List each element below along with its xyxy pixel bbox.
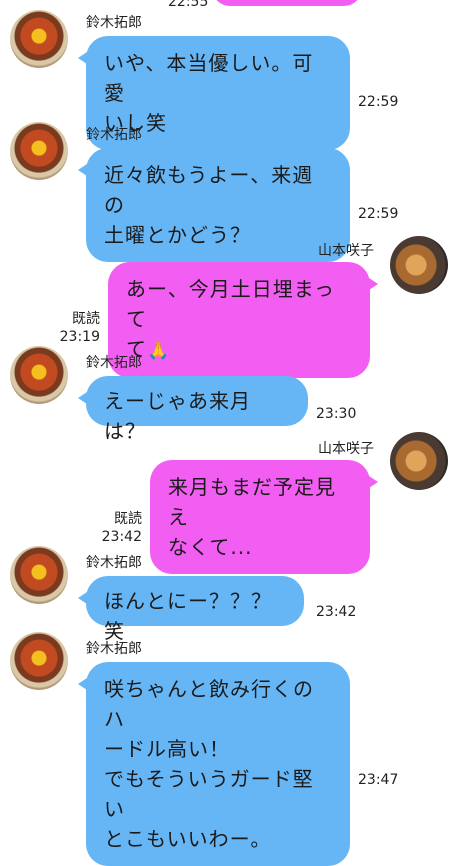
sender-name: 山本咲子 — [318, 441, 374, 457]
message-text-line: でもそういうガード堅い — [104, 767, 314, 821]
pray-emoji-icon: 🙏 — [147, 340, 171, 361]
read-receipt: 既読 — [114, 511, 142, 527]
message-bubble[interactable]: ほんとにー？？？笑 — [78, 576, 304, 643]
sender-name: 鈴木拓郎 — [86, 127, 142, 143]
message-time: 23:42 — [101, 529, 142, 545]
read-receipt: 既読 — [72, 311, 100, 327]
message-text-line: あー、今月土日埋まって — [126, 277, 335, 331]
sender-name: 鈴木拓郎 — [86, 555, 142, 571]
avatar-yamamoto[interactable] — [390, 432, 448, 490]
message-time: 23:30 — [316, 406, 357, 422]
avatar-suzuki[interactable] — [10, 346, 68, 404]
message-time: 23:19 — [59, 329, 100, 345]
message-time: 22:59 — [358, 206, 399, 222]
message-bubble[interactable]: あー、今月土日埋まって て🙏 — [108, 262, 378, 378]
sender-name: 山本咲子 — [318, 243, 374, 259]
message-time: 22:59 — [358, 94, 399, 110]
previous-message-time: 22:55 — [168, 0, 209, 10]
sender-name: 鈴木拓郎 — [86, 355, 142, 371]
message-text: えーじゃあ来月は？ — [104, 389, 251, 443]
message-text-line: なくて... — [168, 535, 253, 559]
message-text-line: 近々飲もうよー、来週の — [104, 163, 314, 217]
avatar-suzuki[interactable] — [10, 546, 68, 604]
avatar-suzuki[interactable] — [10, 122, 68, 180]
avatar-suzuki[interactable] — [10, 10, 68, 68]
message-text-line: いや、本当優しい。可愛 — [104, 51, 314, 105]
message-text-line: 土曜とかどう？ — [104, 223, 251, 247]
message-text-line: 咲ちゃんと飲み行くのハ — [104, 677, 314, 731]
message-text-line: とこもいいわー。 — [104, 827, 272, 851]
previous-message-bubble[interactable] — [212, 0, 362, 6]
message-time: 23:42 — [316, 604, 357, 620]
message-bubble[interactable]: 来月もまだ予定見え なくて... — [150, 460, 378, 574]
sender-name: 鈴木拓郎 — [86, 641, 142, 657]
message-bubble[interactable]: 近々飲もうよー、来週の 土曜とかどう？ — [78, 148, 350, 262]
message-bubble[interactable]: 咲ちゃんと飲み行くのハ ードル高い！ でもそういうガード堅い とこもいいわー。 — [78, 662, 350, 866]
avatar-suzuki[interactable] — [10, 632, 68, 690]
avatar-yamamoto[interactable] — [390, 236, 448, 294]
message-time: 23:47 — [358, 772, 399, 788]
message-text: ほんとにー？？？笑 — [104, 589, 272, 643]
sender-name: 鈴木拓郎 — [86, 15, 142, 31]
message-text-line: 来月もまだ予定見え — [168, 475, 336, 529]
message-bubble[interactable]: えーじゃあ来月は？ — [78, 376, 308, 443]
message-text-line: ードル高い！ — [104, 737, 230, 761]
